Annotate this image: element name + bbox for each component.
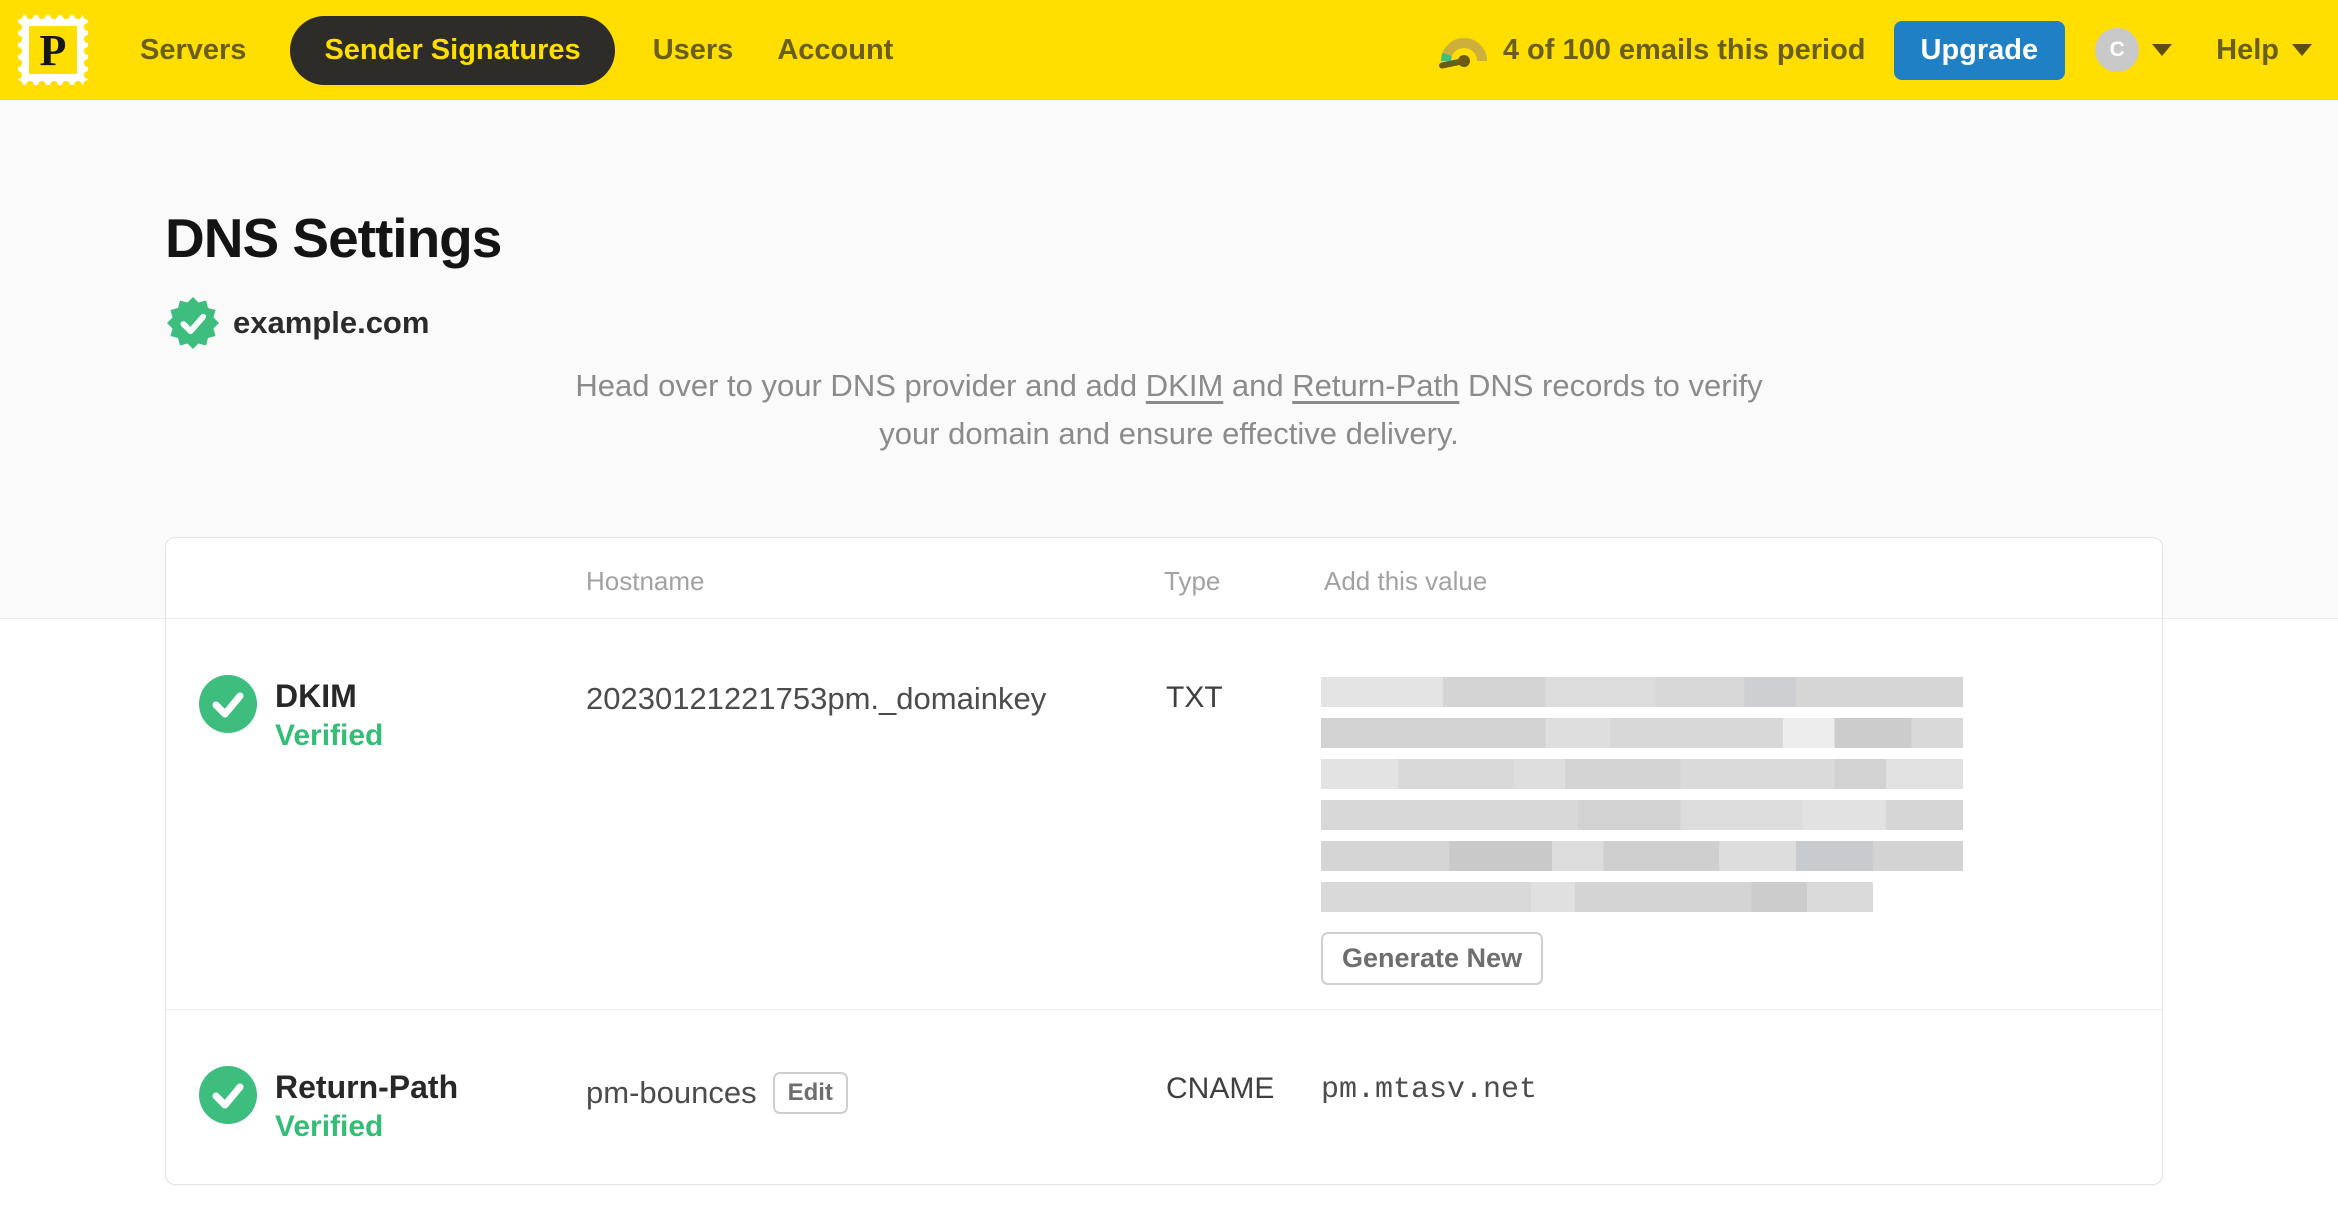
table-row-return-path: Return-Path Verified pm-bounces Edit CNA… bbox=[166, 1009, 2162, 1181]
record-name: Return-Path bbox=[275, 1069, 459, 1105]
verified-domain: example.com bbox=[166, 296, 429, 350]
nav-item-servers[interactable]: Servers bbox=[140, 34, 246, 67]
page-description: Head over to your DNS provider and add D… bbox=[544, 362, 1794, 458]
generate-new-button[interactable]: Generate New bbox=[1321, 932, 1544, 985]
account-menu[interactable]: C bbox=[2095, 28, 2173, 72]
column-header-value: Add this value bbox=[1324, 566, 1488, 596]
record-type: TXT bbox=[1166, 681, 1223, 714]
edit-button[interactable]: Edit bbox=[772, 1072, 848, 1114]
page-title: DNS Settings bbox=[165, 207, 502, 269]
description-text: Head over to your DNS provider and add bbox=[575, 368, 1146, 403]
record-value-cell: Generate New bbox=[1321, 677, 1966, 985]
upgrade-button[interactable]: Upgrade bbox=[1893, 20, 2066, 80]
main-content: DNS Settings example.com Head over to yo… bbox=[0, 100, 2338, 1222]
domain-name: example.com bbox=[233, 305, 430, 340]
record-hostname: pm-bounces bbox=[586, 1075, 757, 1110]
avatar[interactable]: C bbox=[2095, 28, 2140, 72]
postmark-stamp-icon: P bbox=[13, 10, 93, 90]
top-navbar: P Servers Sender Signatures Users Accoun… bbox=[0, 0, 2338, 100]
return-path-link[interactable]: Return-Path bbox=[1292, 368, 1459, 403]
check-circle-icon bbox=[199, 675, 257, 733]
nav-item-account[interactable]: Account bbox=[777, 34, 893, 67]
caret-down-icon bbox=[2292, 44, 2312, 56]
record-status-cell: Return-Path Verified bbox=[199, 1066, 458, 1148]
help-menu[interactable]: Help bbox=[2216, 34, 2312, 67]
dkim-link[interactable]: DKIM bbox=[1146, 368, 1224, 403]
record-type: CNAME bbox=[1166, 1072, 1275, 1105]
description-text: and bbox=[1223, 368, 1293, 403]
record-value: pm.mtasv.net bbox=[1321, 1073, 1538, 1107]
record-hostname-cell: pm-bounces Edit bbox=[586, 1072, 848, 1114]
record-verified-badge: Verified bbox=[275, 719, 384, 752]
usage-gauge-icon bbox=[1438, 38, 1487, 69]
table-row-dkim: DKIM Verified 20230121221753pm._domainke… bbox=[166, 619, 2162, 1009]
verified-seal-icon bbox=[166, 296, 220, 350]
column-header-hostname: Hostname bbox=[586, 566, 705, 596]
navbar-right: 4 of 100 emails this period Upgrade C He… bbox=[1438, 20, 2338, 80]
table-header-row: Hostname Type Add this value bbox=[166, 538, 2162, 619]
record-verified-badge: Verified bbox=[275, 1110, 384, 1143]
record-hostname: 20230121221753pm._domainkey bbox=[586, 681, 1047, 716]
postmark-logo[interactable]: P bbox=[13, 10, 93, 90]
record-status-cell: DKIM Verified bbox=[199, 675, 383, 757]
usage-text: 4 of 100 emails this period bbox=[1502, 33, 1866, 66]
redacted-dns-value bbox=[1321, 677, 1963, 912]
nav-item-users[interactable]: Users bbox=[653, 34, 734, 67]
primary-nav: Servers Sender Signatures Users Account bbox=[140, 15, 937, 85]
help-label: Help bbox=[2216, 33, 2279, 66]
svg-text:P: P bbox=[40, 26, 67, 75]
check-circle-icon bbox=[199, 1066, 257, 1124]
nav-item-sender-signatures[interactable]: Sender Signatures bbox=[290, 15, 615, 85]
column-header-type: Type bbox=[1164, 566, 1221, 596]
dns-records-card: Hostname Type Add this value DKIM Verifi… bbox=[165, 537, 2163, 1185]
record-name: DKIM bbox=[275, 678, 357, 714]
caret-down-icon bbox=[2152, 44, 2173, 56]
